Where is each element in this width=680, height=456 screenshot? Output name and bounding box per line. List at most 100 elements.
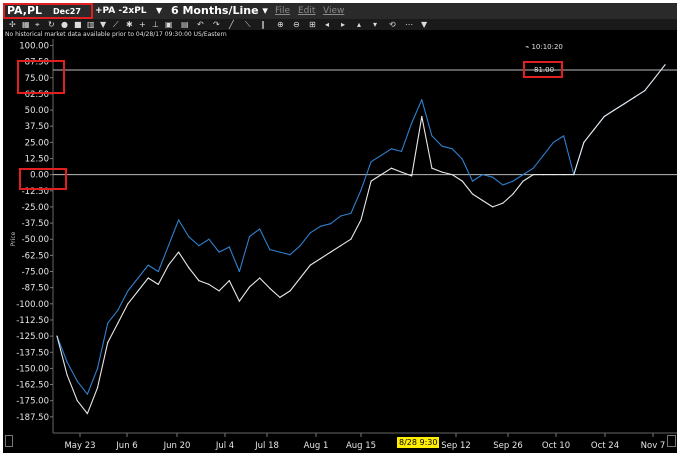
annotation-box-87 — [17, 60, 65, 94]
series-a-point — [238, 270, 240, 273]
y-tick-label: -125.00 — [16, 332, 49, 342]
series-b-point — [299, 277, 301, 279]
series-a-point — [76, 380, 78, 382]
series-line-a — [56, 64, 666, 395]
series-a-point — [471, 180, 474, 182]
series-b-point — [248, 286, 251, 288]
annotation-box-title — [3, 3, 93, 19]
series-a-point — [259, 228, 261, 230]
series-b-point — [542, 174, 545, 176]
chart-window: PA,PL Dec27 +PA -2xPL ▼ 6 Months/Line ▾ … — [3, 3, 677, 453]
series-a-point — [421, 99, 423, 101]
series-line-b — [56, 64, 666, 415]
series-b-point — [66, 374, 68, 376]
series-b-point — [86, 413, 88, 415]
series-b-point — [107, 342, 109, 344]
series-a-point — [66, 361, 68, 363]
x-tick-label: Aug 15 — [346, 441, 376, 451]
x-tick-label: Sep 12 — [441, 441, 471, 451]
series-a-point — [563, 135, 565, 137]
series-b-point — [634, 96, 636, 98]
app-frame: PA,PL Dec27 +PA -2xPL ▼ 6 Months/Line ▾ … — [0, 0, 680, 456]
series-a-point — [137, 277, 139, 279]
series-a-point — [380, 154, 382, 156]
y-tick-label: -25.00 — [22, 203, 49, 213]
series-a-point — [198, 245, 200, 247]
series-b-point — [390, 167, 392, 169]
series-a-point — [309, 232, 311, 234]
series-a-point — [552, 141, 555, 143]
series-b-point — [289, 290, 291, 292]
series-a-point — [441, 145, 443, 147]
series-a-point — [461, 158, 463, 160]
series-a-point — [390, 148, 392, 150]
series-b-point — [644, 90, 646, 92]
series-b-point — [451, 174, 453, 176]
series-b-point — [188, 267, 190, 269]
series-a-point — [299, 245, 301, 247]
series-a-point — [482, 174, 484, 176]
series-b-point — [613, 109, 615, 111]
series-a-point — [319, 225, 322, 227]
series-b-point — [269, 287, 271, 289]
series-b-point — [654, 77, 656, 79]
series-a-point — [431, 135, 433, 137]
series-b-point — [482, 199, 484, 202]
series-b-point — [421, 115, 423, 118]
series-a-point — [542, 154, 545, 156]
y-tick-label: -100.00 — [16, 300, 49, 310]
series-b-point — [461, 180, 463, 182]
series-a-point — [400, 150, 403, 152]
series-b-point — [522, 180, 524, 182]
crosshair-date-badge: 8/28 9:30 — [397, 437, 440, 448]
series-b-point — [441, 171, 443, 173]
series-a-point — [492, 176, 494, 178]
x-tick-label: Oct 10 — [542, 441, 570, 451]
y-tick-label: -75.00 — [22, 268, 49, 278]
scroll-right-icon[interactable] — [667, 435, 676, 447]
price-chart[interactable]: 100.0087.5075.0062.5050.0037.5025.0012.5… — [3, 3, 677, 453]
series-a-point — [147, 264, 149, 266]
series-a-point — [289, 254, 291, 256]
series-b-point — [552, 174, 555, 176]
series-b-point — [340, 245, 342, 247]
series-a-point — [96, 367, 99, 369]
series-b-point — [117, 322, 119, 324]
series-b-point — [259, 277, 261, 279]
series-b-point — [380, 174, 382, 176]
series-b-point — [208, 283, 210, 285]
series-a-point — [157, 270, 159, 273]
series-b-point — [492, 206, 494, 208]
x-tick-label: May 23 — [64, 441, 95, 451]
series-a-point — [532, 167, 534, 169]
series-b-point — [593, 128, 595, 130]
series-b-point — [583, 141, 585, 143]
y-tick-label: -162.50 — [16, 381, 49, 391]
y-tick-label: -37.50 — [22, 219, 49, 229]
series-a-point — [269, 249, 271, 251]
series-b-point — [563, 174, 565, 176]
series-b-point — [603, 115, 605, 118]
y-tick-label: -137.50 — [16, 348, 49, 358]
series-a-point — [167, 245, 170, 247]
y-axis-title: Price — [10, 231, 17, 246]
series-a-point — [218, 251, 220, 253]
series-a-point — [178, 219, 180, 221]
series-b-point — [512, 193, 514, 195]
x-tick-label: Aug 1 — [304, 441, 329, 451]
series-b-point — [350, 238, 352, 240]
series-b-point — [76, 400, 78, 402]
y-tick-label: -175.00 — [16, 397, 49, 407]
series-a-point — [248, 236, 251, 238]
series-a-point — [330, 223, 332, 225]
y-tick-label: 25.00 — [25, 138, 49, 148]
x-tick-label: Jun 6 — [115, 441, 137, 451]
scroll-left-icon[interactable] — [5, 435, 13, 447]
series-a-point — [208, 238, 210, 240]
series-b-point — [279, 296, 281, 298]
series-b-point — [137, 290, 139, 292]
series-b-point — [319, 258, 322, 260]
x-tick-label: Jul 4 — [215, 441, 234, 451]
y-tick-label: -50.00 — [22, 235, 49, 245]
series-b-point — [471, 193, 474, 195]
